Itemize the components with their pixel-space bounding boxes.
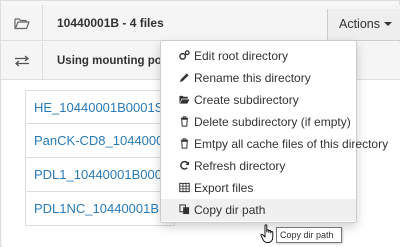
file-link[interactable]: PDL1_10440001B000 — [25, 158, 175, 192]
actions-dropdown-button[interactable]: Actions — [327, 9, 400, 41]
table-icon — [179, 182, 190, 193]
tooltip: Copy dir path — [276, 227, 342, 243]
menu-item-delete-subdir[interactable]: Delete subdirectory (if empty) — [161, 111, 356, 133]
hand-cursor-icon — [260, 224, 274, 243]
caret-down-icon — [384, 22, 392, 26]
file-link[interactable]: HE_10440001B0001S — [25, 90, 175, 124]
file-link[interactable]: PDL1NC_10440001B — [25, 192, 175, 226]
actions-label: Actions — [339, 17, 380, 31]
folder-open-icon — [179, 95, 190, 104]
trash-icon — [180, 116, 189, 127]
actions-menu: Edit root directory Rename this director… — [160, 40, 388, 223]
menu-item-rename[interactable]: Rename this directory — [161, 67, 356, 89]
folder-open-icon — [13, 17, 30, 29]
directory-header: 10440001B - 4 files Actions — [1, 5, 400, 41]
copy-icon — [179, 204, 190, 215]
menu-item-copy-path[interactable]: Copy dir path — [161, 199, 356, 221]
folder-icon-cell — [1, 5, 43, 41]
trash-icon — [180, 138, 189, 149]
menu-item-refresh[interactable]: Refresh directory — [161, 155, 356, 177]
menu-item-export[interactable]: Export files — [161, 177, 356, 199]
menu-item-empty-cache[interactable]: Emtpy all cache files of this directory — [161, 133, 388, 155]
menu-item-edit-root[interactable]: Edit root directory — [161, 45, 356, 67]
exchange-icon — [14, 55, 29, 67]
refresh-icon — [180, 160, 190, 170]
gears-icon — [179, 50, 190, 60]
directory-title: 10440001B - 4 files — [57, 16, 164, 30]
exchange-icon-cell — [1, 42, 43, 80]
file-link[interactable]: PanCK-CD8_1044000 — [25, 124, 175, 158]
file-list: HE_10440001B0001S PanCK-CD8_1044000 PDL1… — [25, 90, 175, 226]
menu-item-create-subdir[interactable]: Create subdirectory — [161, 89, 356, 111]
pencil-icon — [179, 73, 189, 83]
mount-point-text: Using mounting point — [57, 55, 161, 67]
